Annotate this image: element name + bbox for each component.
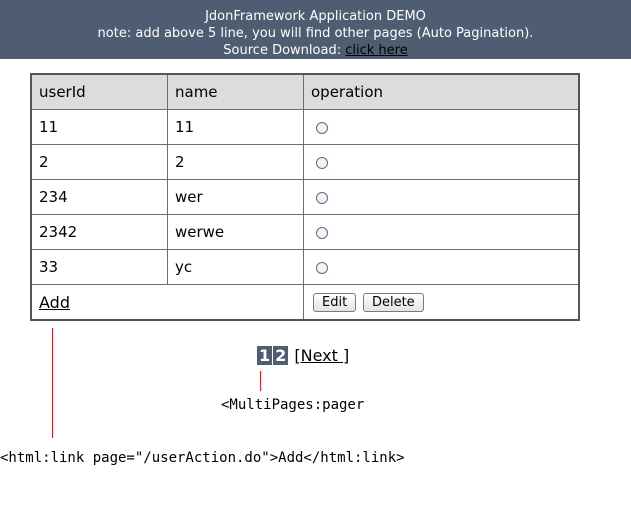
cell-name: yc [167, 249, 304, 285]
pager: 12 [Next ] [257, 346, 349, 365]
column-header-name: name [167, 73, 304, 110]
source-download-link[interactable]: click here [345, 43, 407, 58]
source-download-label: Source Download: [223, 43, 346, 58]
cell-operation [303, 179, 580, 215]
row-select-radio[interactable] [316, 226, 328, 239]
cell-userid: 2342 [30, 214, 168, 250]
add-link[interactable]: Add [39, 293, 70, 312]
cell-operation [303, 144, 580, 180]
cell-name: werwe [167, 214, 304, 250]
page-2-link[interactable]: 2 [273, 346, 289, 365]
table-row: 33 yc [30, 249, 580, 285]
cell-name: 11 [167, 109, 304, 145]
table-footer-row: Add Edit Delete [30, 284, 580, 321]
page-1-link[interactable]: 1 [257, 346, 273, 365]
cell-name: wer [167, 179, 304, 215]
add-cell: Add [30, 284, 304, 321]
edit-button[interactable]: Edit [313, 293, 357, 312]
column-header-operation: operation [303, 73, 580, 110]
cell-userid: 2 [30, 144, 168, 180]
cell-userid: 33 [30, 249, 168, 285]
add-annotation-line [52, 328, 53, 438]
cell-operation [303, 109, 580, 145]
cell-name: 2 [167, 144, 304, 180]
row-select-radio[interactable] [316, 191, 328, 204]
user-table: userId name operation 11 11 2 2 234 wer … [30, 73, 580, 321]
table-row: 2 2 [30, 144, 580, 180]
action-buttons-cell: Edit Delete [303, 284, 580, 321]
column-header-userid: userId [30, 73, 168, 110]
delete-button[interactable]: Delete [362, 293, 424, 312]
cell-operation [303, 249, 580, 285]
cell-userid: 11 [30, 109, 168, 145]
table-header-row: userId name operation [30, 73, 580, 110]
pager-tag-annotation: <MultiPages:pager [221, 397, 365, 413]
row-select-radio[interactable] [316, 121, 328, 134]
link-tag-annotation: <html:link page="/userAction.do">Add</ht… [0, 450, 405, 466]
next-page-link[interactable]: [Next ] [294, 346, 349, 365]
table-row: 234 wer [30, 179, 580, 215]
source-download-line: Source Download: click here [0, 42, 631, 59]
cell-userid: 234 [30, 179, 168, 215]
table-row: 11 11 [30, 109, 580, 145]
header-banner: JdonFramework Application DEMO note: add… [0, 0, 631, 59]
row-select-radio[interactable] [316, 156, 328, 169]
row-select-radio[interactable] [316, 261, 328, 274]
pager-annotation-line [260, 371, 261, 391]
table-row: 2342 werwe [30, 214, 580, 250]
pagination-note: note: add above 5 line, you will find ot… [97, 26, 534, 41]
app-title: JdonFramework Application DEMO [205, 9, 426, 24]
cell-operation [303, 214, 580, 250]
